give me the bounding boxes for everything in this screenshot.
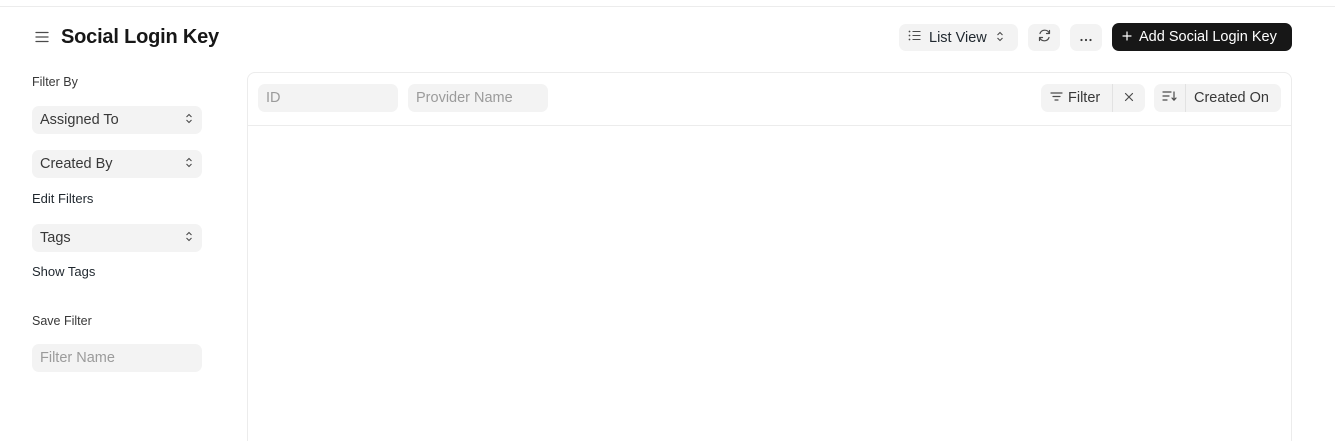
provider-name-filter-input[interactable] xyxy=(408,84,548,112)
created-by-label: Created By xyxy=(40,156,113,172)
chevron-up-down-icon xyxy=(185,155,193,173)
show-tags-link[interactable]: Show Tags xyxy=(32,264,95,279)
ellipsis-icon xyxy=(1079,29,1093,47)
list-panel: Filter Created xyxy=(247,72,1292,441)
sort-field-button[interactable]: Created On xyxy=(1186,90,1281,106)
edit-filters-link[interactable]: Edit Filters xyxy=(32,191,93,206)
clear-filters-button[interactable] xyxy=(1113,84,1145,112)
chevron-up-down-icon xyxy=(185,229,193,247)
save-filter-label: Save Filter xyxy=(32,314,92,328)
list-toolbar: Filter Created xyxy=(248,73,1291,126)
assigned-to-filter[interactable]: Assigned To xyxy=(32,106,202,134)
page-title: Social Login Key xyxy=(61,26,219,48)
more-actions-button[interactable] xyxy=(1070,24,1102,51)
created-by-filter[interactable]: Created By xyxy=(32,150,202,178)
chevron-up-down-icon xyxy=(185,111,193,129)
tags-label: Tags xyxy=(40,230,71,246)
hamburger-icon[interactable] xyxy=(34,29,50,45)
filter-button[interactable]: Filter xyxy=(1041,84,1112,112)
view-switcher-button[interactable]: List View xyxy=(899,24,1018,51)
filter-name-input[interactable] xyxy=(32,344,202,372)
add-button-label: Add Social Login Key xyxy=(1139,29,1277,45)
tags-filter[interactable]: Tags xyxy=(32,224,202,252)
sort-group: Created On xyxy=(1154,84,1281,112)
view-switcher-label: List View xyxy=(929,29,987,46)
reload-button[interactable] xyxy=(1028,24,1060,51)
list-icon xyxy=(908,29,921,47)
filter-icon xyxy=(1050,89,1063,107)
assigned-to-label: Assigned To xyxy=(40,112,119,128)
sort-direction-button[interactable] xyxy=(1154,84,1185,112)
id-filter-input[interactable] xyxy=(258,84,398,112)
top-divider xyxy=(0,6,1335,7)
sort-descending-icon xyxy=(1162,89,1177,107)
add-social-login-key-button[interactable]: Add Social Login Key xyxy=(1112,23,1292,51)
chevron-up-down-icon xyxy=(996,29,1004,47)
close-icon xyxy=(1124,89,1134,107)
filter-by-label: Filter By xyxy=(32,75,78,89)
refresh-icon xyxy=(1037,28,1052,48)
filter-label: Filter xyxy=(1068,90,1101,106)
plus-icon xyxy=(1122,28,1132,46)
filter-group: Filter xyxy=(1041,84,1145,112)
